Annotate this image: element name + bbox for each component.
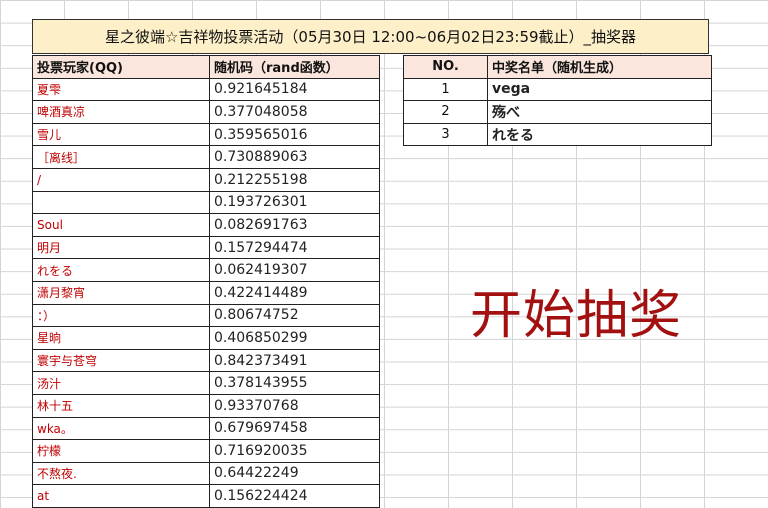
table-row: at 0.156224424 [32,484,380,508]
table-row: 啤酒真凉 0.377048058 [32,100,380,124]
table-row: 雪儿 0.359565016 [32,122,380,147]
player-name-cell[interactable]: 柠檬 [32,439,210,463]
rand-value-cell[interactable]: 0.193726301 [209,190,380,215]
players-header-row: 投票玩家(QQ) 随机码（rand函数） [32,55,380,79]
player-name-cell[interactable]: 明月 [32,235,210,260]
rand-value-cell[interactable]: 0.359565016 [209,122,380,147]
player-name-cell[interactable]: 雪儿 [32,122,210,147]
table-row: ［离线］ 0.730889063 [32,145,380,169]
winner-name-cell[interactable]: vega [487,77,712,102]
player-name-cell[interactable]: 星晌 [32,326,210,350]
table-row: 明月 0.157294474 [32,235,380,260]
player-name-cell[interactable]: 夏雫 [32,77,210,102]
sheet-title: 星之彼端☆吉祥物投票活动（05月30日 12:00~06月02日23:59截止）… [32,19,709,54]
start-draw-button[interactable]: 开始抽奖 [470,283,700,349]
table-row: 2 殇べ [403,100,712,124]
table-row: 不熬夜. 0.64422249 [32,461,380,486]
table-row: 林十五 0.93370768 [32,393,380,418]
player-name-cell[interactable]: 林十五 [32,393,210,418]
rand-value-cell[interactable]: 0.422414489 [209,280,380,305]
table-row: 星晌 0.406850299 [32,326,380,350]
winners-header-row: NO. 中奖名单（随机生成） [403,55,712,79]
header-winner-list[interactable]: 中奖名单（随机生成） [487,55,712,79]
winner-number-cell[interactable]: 1 [403,77,488,102]
rand-value-cell[interactable]: 0.406850299 [209,326,380,350]
table-row: wka。 0.679697458 [32,416,380,441]
rand-value-cell[interactable]: 0.082691763 [209,213,380,237]
table-row: 潇月黎宵 0.422414489 [32,280,380,305]
header-no[interactable]: NO. [403,55,488,79]
rand-value-cell[interactable]: 0.921645184 [209,77,380,102]
table-row: れをる 0.062419307 [32,258,380,282]
table-row: 3 れをる [403,122,712,147]
player-name-cell[interactable]: Soul [32,213,210,237]
player-name-cell[interactable]: 潇月黎宵 [32,280,210,305]
table-row: 0.193726301 [32,190,380,215]
player-name-cell[interactable]: れをる [32,258,210,282]
rand-value-cell[interactable]: 0.377048058 [209,100,380,124]
player-name-cell[interactable]: 啤酒真凉 [32,100,210,124]
rand-value-cell[interactable]: 0.730889063 [209,145,380,169]
table-row: 柠檬 0.716920035 [32,439,380,463]
rand-value-cell[interactable]: 0.716920035 [209,439,380,463]
winner-number-cell[interactable]: 2 [403,100,488,124]
player-name-cell[interactable]: ：） [32,303,210,328]
player-name-cell[interactable]: 不熬夜. [32,461,210,486]
header-player[interactable]: 投票玩家(QQ) [32,55,210,79]
player-name-cell[interactable] [32,190,210,215]
rand-value-cell[interactable]: 0.378143955 [209,371,380,395]
rand-value-cell[interactable]: 0.062419307 [209,258,380,282]
player-name-cell[interactable]: ［离线］ [32,145,210,169]
table-row: 汤汁 0.378143955 [32,371,380,395]
rand-value-cell[interactable]: 0.679697458 [209,416,380,441]
player-name-cell[interactable]: 寰宇与苍穹 [32,348,210,373]
winner-name-cell[interactable]: 殇べ [487,100,712,124]
table-row: /0.212255198 [32,167,380,192]
winner-name-cell[interactable]: れをる [487,122,712,147]
rand-value-cell[interactable]: 0.157294474 [209,235,380,260]
header-rand[interactable]: 随机码（rand函数） [209,55,380,79]
player-name-cell[interactable]: at [32,484,210,508]
rand-value-cell[interactable]: 0.64422249 [209,461,380,486]
table-row: ：） 0.80674752 [32,303,380,328]
rand-value-cell[interactable]: 0.80674752 [209,303,380,328]
winner-number-cell[interactable]: 3 [403,122,488,147]
rand-value-cell[interactable]: 0.93370768 [209,393,380,418]
table-row: 寰宇与苍穹 0.842373491 [32,348,380,373]
table-row: 1 vega [403,77,712,102]
rand-value-cell[interactable]: 0.842373491 [209,348,380,373]
player-name-cell[interactable]: / [32,167,210,192]
rand-value-cell[interactable]: 0.156224424 [209,484,380,508]
table-row: Soul 0.082691763 [32,213,380,237]
player-name-cell[interactable]: 汤汁 [32,371,210,395]
players-table: 投票玩家(QQ) 随机码（rand函数） 夏雫 0.921645184 啤酒真凉 0.… [32,55,380,508]
player-name-cell[interactable]: wka。 [32,416,210,441]
table-row: 夏雫 0.921645184 [32,77,380,102]
rand-value-cell[interactable]: 0.212255198 [209,167,380,192]
winners-table: NO. 中奖名单（随机生成） 1 vega 2 殇べ 3 れをる [403,55,712,147]
